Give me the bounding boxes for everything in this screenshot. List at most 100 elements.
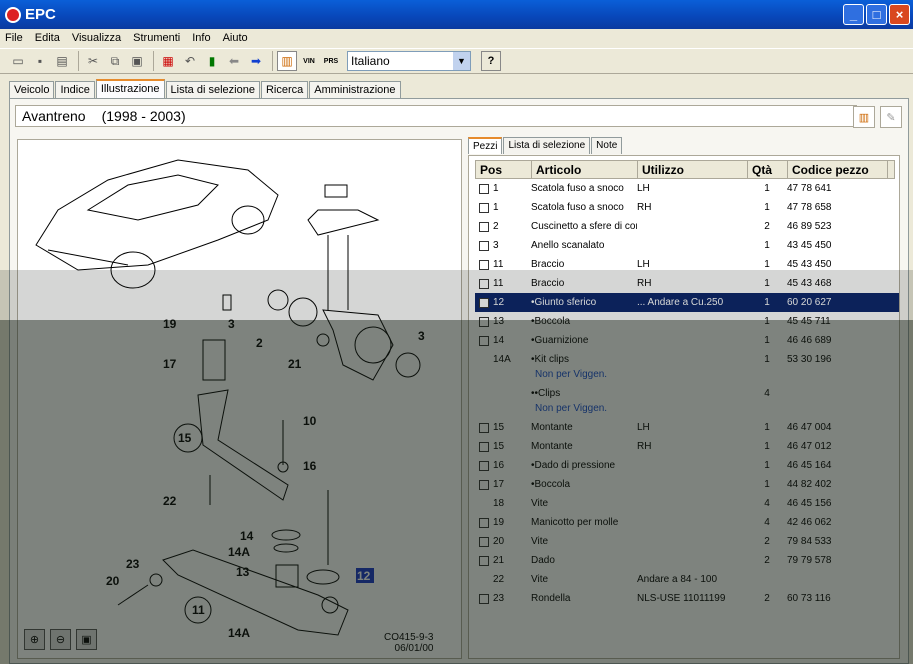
add-to-list-button[interactable]: ▥ [853, 106, 875, 128]
cell-codice: 79 84 533 [787, 536, 832, 547]
tab-veicolo[interactable]: Veicolo [9, 81, 55, 98]
joint-12 [306, 569, 340, 585]
row-checkbox[interactable] [479, 202, 489, 213]
tab-pezzi[interactable]: Pezzi [468, 137, 503, 154]
cut-button[interactable]: ✂ [83, 51, 103, 71]
menu-tools[interactable]: Strumenti [133, 32, 180, 44]
row-checkbox[interactable] [479, 479, 489, 490]
toolbar-separator [272, 51, 273, 71]
table-row[interactable]: 11 Braccio RH 1 45 43 468 [475, 274, 899, 293]
undo-button[interactable]: ↶ [180, 51, 200, 71]
tab-illustrazione[interactable]: Illustrazione [95, 79, 165, 98]
menu-edit[interactable]: Edita [35, 32, 60, 44]
pos-value: 3 [493, 240, 499, 251]
cell-utilizzo: RH [637, 202, 652, 213]
open-button[interactable]: ▭ [8, 51, 28, 71]
table-row[interactable]: 14 •Guarnizione 1 46 46 689 [475, 331, 899, 350]
tab-note[interactable]: Note [591, 137, 623, 154]
close-button[interactable]: × [889, 4, 910, 25]
forward-button[interactable]: ➡ [246, 51, 266, 71]
col-codice[interactable]: Codice pezzo [788, 161, 888, 178]
row-checkbox[interactable] [479, 335, 489, 346]
paste-button[interactable]: ▣ [127, 51, 147, 71]
table-row[interactable]: 22 Vite Andare a 84 - 100 [475, 570, 899, 589]
save-button[interactable]: ▪ [30, 51, 50, 71]
row-checkbox[interactable] [479, 240, 489, 251]
row-checkbox[interactable] [479, 460, 489, 471]
menu-bar: File Edita Visualizza Strumenti Info Aiu… [0, 29, 913, 47]
row-checkbox[interactable] [479, 422, 489, 433]
col-articolo[interactable]: Articolo [532, 161, 638, 178]
table-row[interactable]: 19 Manicotto per molle 4 42 46 062 [475, 513, 899, 532]
table-row[interactable]: 20 Vite 2 79 84 533 [475, 532, 899, 551]
tab-amministrazione[interactable]: Amministrazione [309, 81, 401, 98]
row-checkbox[interactable] [479, 593, 489, 604]
print-button[interactable]: ▤ [52, 51, 72, 71]
row-checkbox[interactable] [479, 536, 489, 547]
row-checkbox[interactable] [479, 316, 489, 327]
table-row[interactable]: 11 Braccio LH 1 45 43 450 [475, 255, 899, 274]
row-checkbox[interactable] [479, 297, 489, 308]
cell-pos: 18 [475, 498, 531, 509]
pos-value: 17 [493, 479, 505, 490]
cell-articolo: Dado [531, 555, 555, 566]
selection-list-button[interactable]: ▥ [277, 51, 297, 71]
table-row[interactable]: 14A •Kit clips 1 53 30 196 [475, 350, 899, 369]
row-checkbox[interactable] [479, 259, 489, 270]
row-checkbox[interactable] [479, 183, 489, 194]
pos-value: 13 [493, 316, 505, 327]
table-row[interactable]: 21 Dado 2 79 79 578 [475, 551, 899, 570]
prs-button[interactable]: PRS [321, 51, 341, 71]
row-checkbox[interactable] [479, 278, 489, 289]
label-13: 13 [236, 565, 250, 579]
zoom-in-button[interactable]: ⊕ [24, 629, 45, 650]
table-row[interactable]: ••Clips 4 [475, 384, 899, 403]
minimize-button[interactable]: _ [843, 4, 864, 25]
col-qta[interactable]: Qtà [748, 161, 788, 178]
table-row[interactable]: 16 •Dado di pressione 1 46 45 164 [475, 456, 899, 475]
table-row[interactable]: 1 Scatola fuso a snoco LH 1 47 78 641 [475, 179, 899, 198]
menu-view[interactable]: Visualizza [72, 32, 121, 44]
zoom-fit-button[interactable]: ▣ [76, 629, 97, 650]
tab-indice[interactable]: Indice [55, 81, 95, 98]
table-row[interactable]: 1 Scatola fuso a snoco RH 1 47 78 658 [475, 198, 899, 217]
language-select[interactable]: Italiano ▼ [347, 51, 471, 71]
table-row[interactable]: 13 •Boccola 1 45 45 711 [475, 312, 899, 331]
table-row[interactable]: 23 Rondella NLS-USE 11011199 2 60 73 116 [475, 589, 899, 608]
menu-file[interactable]: File [5, 32, 23, 44]
tab-ricerca[interactable]: Ricerca [260, 81, 309, 98]
menu-help[interactable]: Aiuto [223, 32, 248, 44]
bookmark-button[interactable]: ▮ [202, 51, 222, 71]
table-row[interactable]: 17 •Boccola 1 44 82 402 [475, 475, 899, 494]
illustration-panel[interactable]: 19 3 2 3 17 21 10 15 16 22 14 14A 13 12 … [17, 139, 462, 659]
copy-button[interactable]: ⧉ [105, 51, 125, 71]
tab-lista-selezione[interactable]: Lista di selezione [165, 81, 260, 98]
vin-button[interactable]: VIN [299, 51, 319, 71]
table-row[interactable]: 3 Anello scanalato 1 43 45 450 [475, 236, 899, 255]
back-button[interactable]: ⬅ [224, 51, 244, 71]
paste-icon: ▣ [131, 54, 143, 68]
table-row[interactable]: 12 •Giunto sferico ... Andare a Cu.250 1 60 … [475, 293, 899, 312]
tab-parts-selection[interactable]: Lista di selezione [503, 137, 591, 154]
table-row[interactable]: 2 Cuscinetto a sfere di contatto angolare… [475, 217, 899, 236]
bushing-17 [202, 339, 226, 381]
cell-pos: 19 [475, 517, 531, 528]
help-button[interactable]: ? [481, 51, 501, 71]
print-preview-button[interactable]: ▦ [158, 51, 178, 71]
maximize-button[interactable]: □ [866, 4, 887, 25]
col-utilizzo[interactable]: Utilizzo [638, 161, 748, 178]
row-checkbox[interactable] [479, 517, 489, 528]
col-pos[interactable]: Pos [476, 161, 532, 178]
menu-info[interactable]: Info [192, 32, 210, 44]
row-checkbox[interactable] [479, 555, 489, 566]
exploded-diagram: 19 3 2 3 17 21 10 15 16 22 14 14A 13 12 … [35, 159, 425, 640]
cell-codice: 60 20 627 [787, 297, 832, 308]
row-checkbox[interactable] [479, 441, 489, 452]
edit-note-button[interactable]: ✎ [880, 106, 902, 128]
table-row[interactable]: 18 Vite 4 46 45 156 [475, 494, 899, 513]
zoom-out-button[interactable]: ⊖ [50, 629, 71, 650]
row-checkbox[interactable] [479, 221, 489, 232]
table-row[interactable]: 15 Montante RH 1 46 47 012 [475, 437, 899, 456]
chevron-down-icon[interactable]: ▼ [453, 52, 470, 70]
table-row[interactable]: 15 Montante LH 1 46 47 004 [475, 418, 899, 437]
